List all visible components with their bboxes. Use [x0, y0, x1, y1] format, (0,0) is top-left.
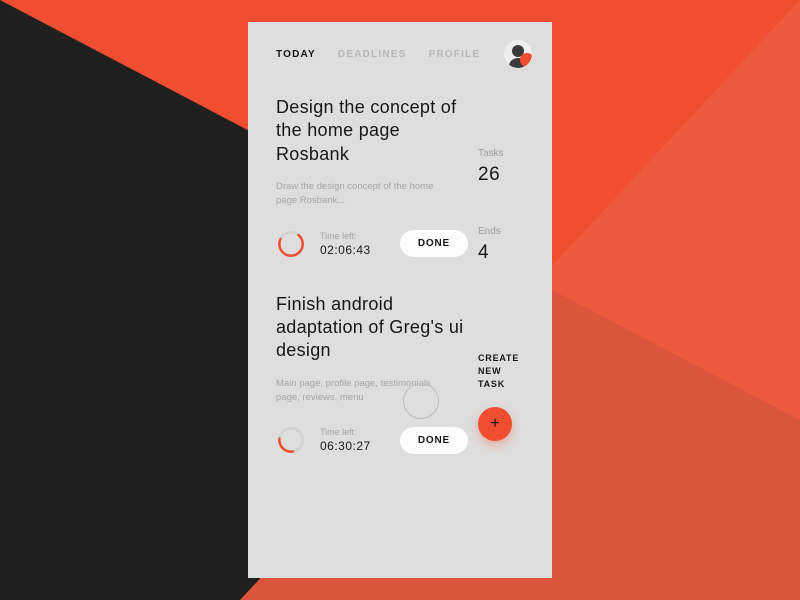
- time-left-label: Time left:: [320, 231, 400, 241]
- task-card[interactable]: Design the concept of the home page Rosb…: [276, 96, 468, 259]
- tab-deadlines[interactable]: DEADLINES: [338, 49, 407, 60]
- stat-label: Tasks: [478, 148, 536, 159]
- progress-ring-icon: [276, 425, 306, 455]
- sidebar: Tasks 26 Ends 4 CREATE NEW TASK +: [478, 96, 536, 564]
- stat-value: 4: [478, 242, 536, 264]
- done-button[interactable]: DONE: [400, 427, 468, 454]
- task-card[interactable]: Finish android adaptation of Greg's ui d…: [276, 293, 468, 456]
- time-left-label: Time left:: [320, 427, 400, 437]
- app-screen: TODAY DEADLINES PROFILE Design the conce…: [248, 22, 552, 578]
- task-list: Design the concept of the home page Rosb…: [276, 96, 478, 564]
- stat-label: Ends: [478, 226, 536, 237]
- done-button[interactable]: DONE: [400, 230, 468, 257]
- task-title: Finish android adaptation of Greg's ui d…: [276, 293, 468, 363]
- stat-value: 26: [478, 164, 536, 186]
- tab-today[interactable]: TODAY: [276, 49, 316, 60]
- tab-profile[interactable]: PROFILE: [429, 49, 481, 60]
- progress-ring-icon: [276, 229, 306, 259]
- time-left-value: 02:06:43: [320, 243, 400, 257]
- create-task-label: CREATE NEW TASK: [478, 352, 536, 391]
- create-task-button[interactable]: +: [478, 407, 512, 441]
- avatar[interactable]: [504, 40, 532, 68]
- time-left-value: 06:30:27: [320, 439, 400, 453]
- top-nav: TODAY DEADLINES PROFILE: [248, 22, 552, 74]
- task-title: Design the concept of the home page Rosb…: [276, 96, 468, 166]
- task-description: Draw the design concept of the home page…: [276, 180, 446, 209]
- loading-ring-icon: [403, 383, 439, 419]
- plus-icon: +: [490, 416, 499, 432]
